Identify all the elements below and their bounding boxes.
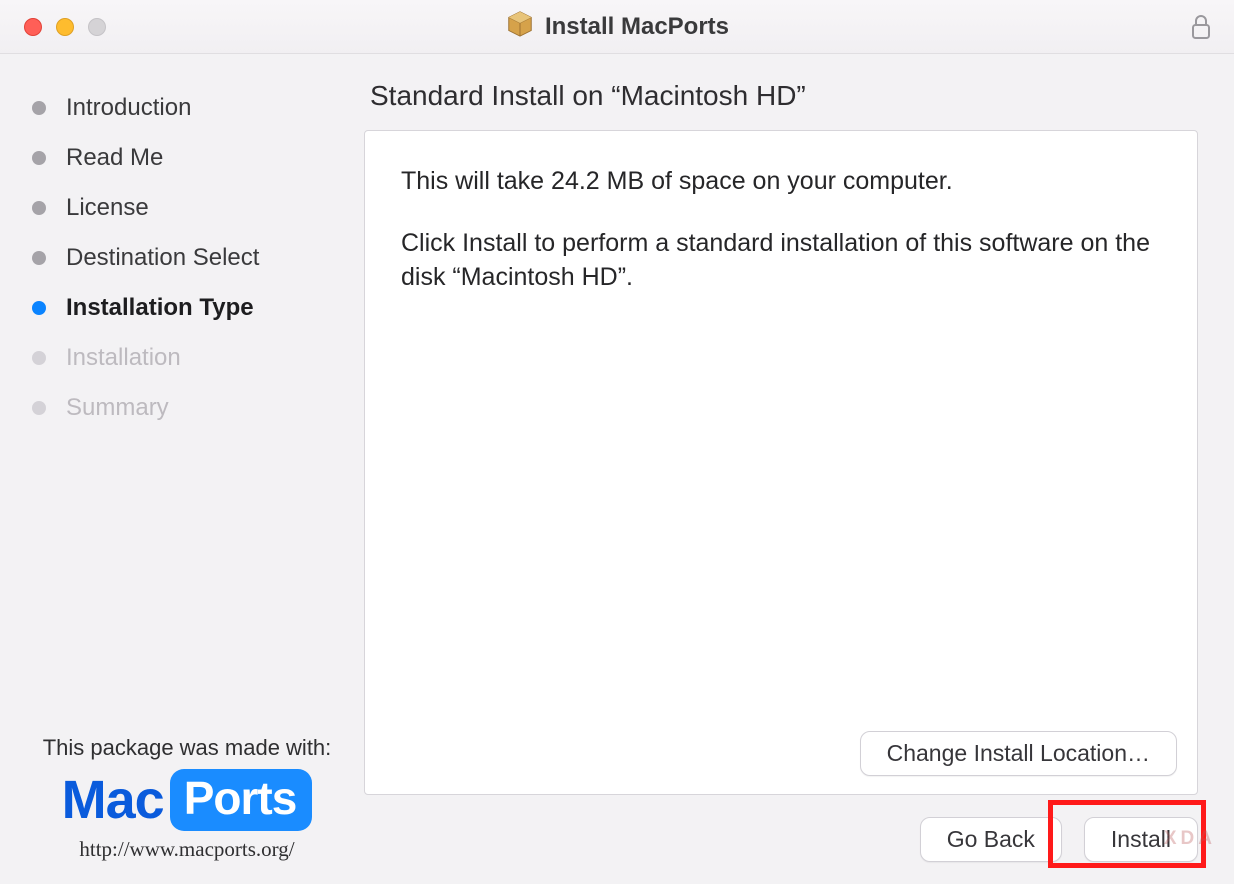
- step-read-me: Read Me: [26, 134, 348, 184]
- made-with-label: This package was made with:: [26, 735, 348, 761]
- window-controls: [0, 18, 106, 36]
- step-summary: Summary: [26, 384, 348, 434]
- step-dot-icon: [32, 251, 46, 265]
- sidebar-footer: This package was made with: Mac Ports ht…: [26, 735, 348, 866]
- step-destination-select: Destination Select: [26, 234, 348, 284]
- step-license: License: [26, 184, 348, 234]
- watermark: XDA: [1164, 828, 1216, 850]
- logo-mac: Mac: [62, 769, 164, 831]
- step-dot-icon: [32, 351, 46, 365]
- step-label: Read Me: [66, 144, 163, 172]
- page-title: Standard Install on “Macintosh HD”: [364, 80, 1198, 112]
- main-panel: Standard Install on “Macintosh HD” This …: [360, 54, 1234, 884]
- step-label: Introduction: [66, 94, 191, 122]
- close-window-button[interactable]: [24, 18, 42, 36]
- package-icon: [505, 8, 535, 45]
- go-back-button[interactable]: Go Back: [920, 817, 1062, 862]
- step-dot-icon: [32, 201, 46, 215]
- titlebar: Install MacPorts: [0, 0, 1234, 54]
- logo-ports: Ports: [170, 769, 313, 831]
- content-area: Introduction Read Me License Destination…: [0, 54, 1234, 884]
- step-label: Installation: [66, 344, 181, 372]
- window-title: Install MacPorts: [545, 13, 729, 41]
- space-required-text: This will take 24.2 MB of space on your …: [401, 165, 1161, 199]
- step-dot-icon: [32, 151, 46, 165]
- step-dot-icon: [32, 301, 46, 315]
- step-installation-type: Installation Type: [26, 284, 348, 334]
- minimize-window-button[interactable]: [56, 18, 74, 36]
- step-dot-icon: [32, 401, 46, 415]
- macports-logo: Mac Ports: [26, 769, 348, 831]
- step-introduction: Introduction: [26, 84, 348, 134]
- lock-icon[interactable]: [1190, 14, 1212, 45]
- sidebar: Introduction Read Me License Destination…: [0, 54, 360, 884]
- step-label: Installation Type: [66, 294, 254, 322]
- fullscreen-window-button[interactable]: [88, 18, 106, 36]
- install-instruction-text: Click Install to perform a standard inst…: [401, 227, 1161, 295]
- step-list: Introduction Read Me License Destination…: [26, 84, 348, 434]
- step-label: Summary: [66, 394, 169, 422]
- footer-buttons: Go Back Install: [364, 795, 1198, 868]
- step-label: Destination Select: [66, 244, 259, 272]
- logo-url: http://www.macports.org/: [26, 837, 348, 862]
- change-install-location-button[interactable]: Change Install Location…: [860, 731, 1177, 776]
- step-installation: Installation: [26, 334, 348, 384]
- description-panel: This will take 24.2 MB of space on your …: [364, 130, 1198, 795]
- step-dot-icon: [32, 101, 46, 115]
- step-label: License: [66, 194, 149, 222]
